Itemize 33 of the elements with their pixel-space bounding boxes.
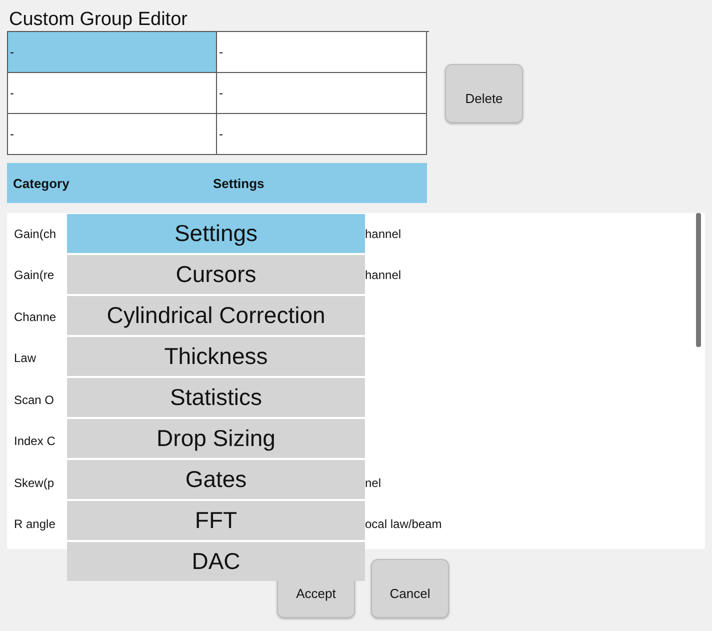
table-cell-text: Skew(p (13, 476, 56, 490)
table-cell: hannel (365, 226, 402, 241)
menu-item[interactable]: Statistics (67, 378, 365, 417)
menu-item[interactable]: Cursors (67, 255, 365, 294)
menu-item[interactable]: Gates (67, 460, 365, 499)
column-header: Settings (213, 176, 264, 190)
grid-cell[interactable]: - (217, 73, 427, 114)
menu-item[interactable]: Cylindrical Correction (67, 296, 365, 335)
menu-item[interactable]: Thickness (67, 337, 365, 376)
grid-cell[interactable]: - (8, 32, 217, 73)
grid-cell[interactable]: - (217, 32, 427, 73)
menu-item[interactable]: FFT (67, 501, 365, 540)
window-title: Custom Group Editor (8, 8, 188, 31)
menu-item[interactable]: DAC (67, 542, 365, 581)
table-cell-text: Gain(re (13, 268, 56, 282)
menu-item[interactable]: Settings (67, 214, 365, 253)
scrollbar[interactable] (696, 213, 701, 347)
table-cell: hannel (365, 268, 402, 282)
table-cell: ocal law/beam (365, 517, 442, 532)
table-cell-text: R angle (13, 517, 56, 532)
table-cell: nel (365, 476, 382, 490)
table-cell-text: Index C (13, 434, 56, 448)
grid-cell[interactable]: - (217, 114, 427, 155)
table-cell-text: Law (13, 351, 38, 366)
table-cell-text: Scan O (13, 392, 56, 407)
table-cell-text: Channe (13, 310, 58, 324)
column-header: Category (12, 176, 70, 190)
grid-cell[interactable]: - (8, 114, 217, 155)
delete-button[interactable]: Delete (445, 64, 523, 122)
table-cell-text: Gain(ch (13, 226, 58, 241)
menu-item[interactable]: Drop Sizing (67, 419, 365, 458)
grid-cell[interactable]: - (8, 73, 217, 114)
cancel-button[interactable]: Cancel (371, 559, 449, 618)
